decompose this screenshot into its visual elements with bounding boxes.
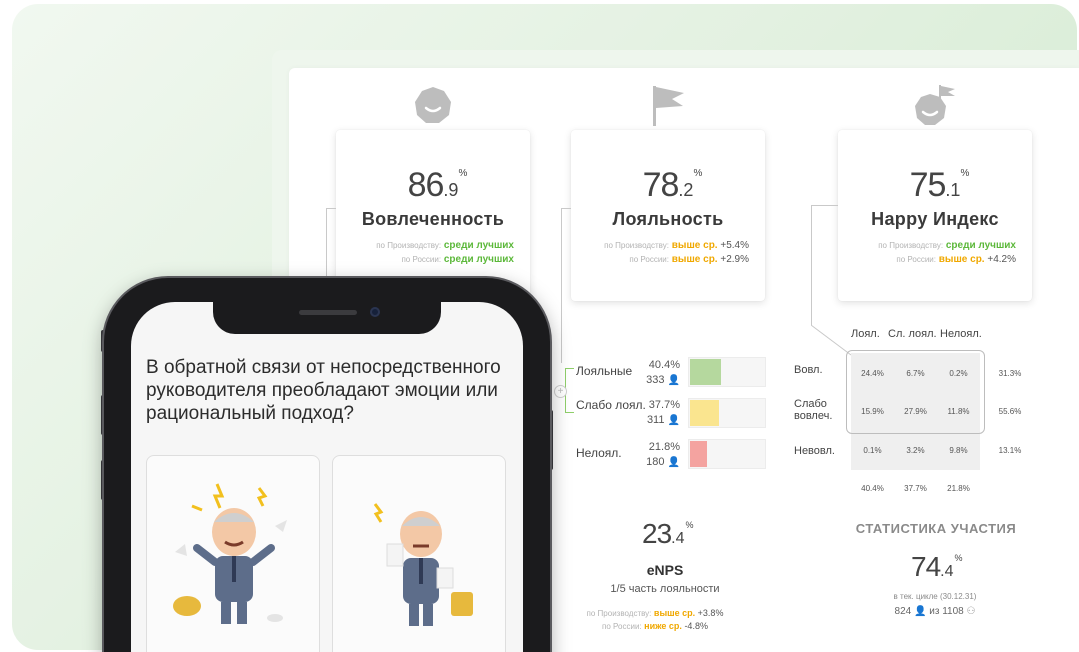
matrix-cell: 0.1% [863, 446, 882, 455]
connector-line [811, 205, 838, 206]
disloyal-bar-fill [690, 441, 707, 467]
loyal-bar-fill [690, 359, 721, 385]
engagement-card[interactable]: 86.9% Вовлеченность по Производству: сре… [336, 130, 530, 301]
answer-option-emotional[interactable] [146, 455, 320, 652]
matrix-cell: 15.9% [861, 407, 884, 416]
participation-title: СТАТИСТИКА УЧАСТИЯ [855, 521, 1017, 536]
answer-option-rational[interactable] [332, 455, 506, 652]
matrix-cell: 11.8% [947, 407, 970, 416]
rational-manager-illustration [373, 503, 473, 626]
loyal-bar [688, 357, 766, 387]
matrix-row-total: 31.3% [998, 369, 1022, 378]
matrix-row-label: Невовл. [794, 445, 835, 457]
enps-title: eNPS [646, 562, 684, 578]
matrix-cell: 27.9% [904, 407, 927, 416]
matrix-row-label: Вовл. [794, 364, 823, 376]
enps-russia-compare: по России: ниже ср. -4.8% [602, 621, 708, 631]
phone-speaker [299, 310, 357, 315]
person-icon: 👤 [667, 375, 680, 386]
happy-index-value: 75.1% [909, 166, 970, 204]
loyalty-title: Лояльность [612, 209, 724, 229]
connector-line [561, 208, 562, 363]
weak-loyal-stats: 37.7% 311 👤 [646, 399, 680, 426]
matrix-cell: 24.4% [861, 369, 884, 378]
matrix-cell: 9.8% [949, 446, 968, 455]
matrix-col-header: Сл. лоял. [888, 328, 937, 340]
weak-loyal-bar [688, 398, 766, 428]
engagement-industry-compare: по Производству: среди лучших [376, 240, 514, 251]
participation-count: 824 👤 из 1108 ⚇ [894, 606, 976, 617]
flag-icon [653, 86, 684, 126]
head-with-flag-icon [915, 85, 955, 125]
happy-index-card[interactable]: 75.1% Happy Индекс по Производству: сред… [838, 130, 1032, 301]
enps-industry-compare: по Производству: выше ср. +3.8% [586, 608, 724, 618]
phone-camera [370, 307, 380, 317]
engagement-value: 86.9% [407, 166, 468, 204]
matrix-col-header: Нелоял. [940, 328, 982, 340]
matrix-col-total: 40.4% [861, 484, 884, 493]
matrix-cell: 6.7% [906, 369, 925, 378]
engagement-russia-compare: по России: среди лучших [401, 254, 514, 265]
connector-line [561, 208, 571, 209]
person-icon: 👤 [667, 457, 680, 468]
person-icon: 👤 [914, 606, 927, 617]
loyal-stats: 40.4% 333 👤 [646, 359, 680, 386]
enps-subtitle: 1/5 часть лояльности [610, 583, 720, 595]
phone-notch [213, 301, 441, 334]
emotional-manager-illustration [173, 483, 287, 624]
loyalty-russia-compare: по России: выше ср. +2.9% [629, 254, 749, 265]
connector-line [811, 205, 812, 325]
person-icon: 👤 [667, 415, 680, 426]
matrix-cell: 0.2% [949, 369, 968, 378]
survey-question: В обратной связи от непосредственного ру… [146, 357, 501, 424]
disloyal-label: Нелоял. [576, 446, 622, 460]
smiley-head-icon [415, 87, 451, 123]
plus-icon[interactable]: + [554, 385, 567, 398]
loyalty-card[interactable]: 78.2% Лояльность по Производству: выше с… [571, 130, 765, 301]
loyal-label: Лояльные [576, 364, 633, 378]
engagement-title: Вовлеченность [361, 209, 505, 229]
loyalty-industry-compare: по Производству: выше ср. +5.4% [604, 240, 749, 251]
participation-value: 74.4% [911, 551, 963, 582]
connector-line [326, 208, 327, 278]
weak-loyal-label: Слабо лоял. [576, 398, 646, 412]
disloyal-stats: 21.8% 180 👤 [646, 441, 680, 468]
matrix-col-total: 37.7% [904, 484, 927, 493]
loyalty-value: 78.2% [642, 166, 703, 204]
matrix-row-label: Слабо вовлеч. [794, 398, 833, 422]
matrix-cell: 3.2% [906, 446, 925, 455]
disloyal-bar [688, 439, 766, 469]
matrix-col-header: Лоял. [851, 328, 880, 340]
matrix-col-total: 21.8% [947, 484, 970, 493]
participation-subtitle: в тек. цикле (30.12.31) [893, 592, 977, 601]
connector-line [326, 208, 336, 209]
matrix-row-total: 55.6% [998, 407, 1022, 416]
bracket-line [565, 368, 574, 369]
happy-index-russia-compare: по России: выше ср. +4.2% [896, 254, 1016, 265]
bracket-line [565, 412, 574, 413]
enps-value: 23.4% [642, 518, 694, 549]
matrix-row-total: 13.1% [998, 446, 1022, 455]
person-outline-icon: ⚇ [966, 606, 976, 617]
happy-index-title: Happy Индекс [871, 209, 999, 229]
weak-loyal-bar-fill [690, 400, 719, 426]
happy-index-industry-compare: по Производству: среди лучших [878, 240, 1016, 251]
matrix-highlight [846, 350, 985, 434]
